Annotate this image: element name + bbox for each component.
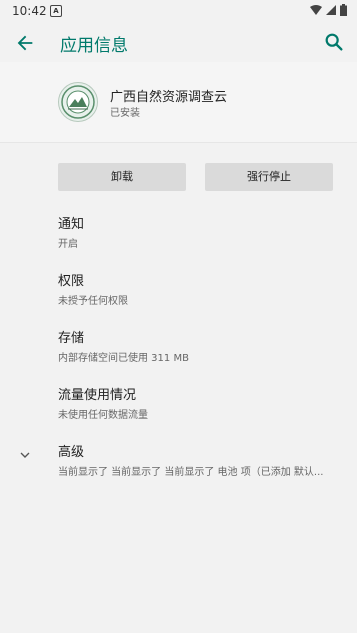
- app-header: 广西自然资源调查云 已安装: [0, 62, 357, 142]
- item-title: 权限: [58, 274, 85, 289]
- list-item-notifications[interactable]: 通知 开启: [58, 213, 348, 250]
- page-title: 应用信息: [60, 36, 128, 56]
- item-title: 高级: [58, 445, 85, 460]
- uninstall-button[interactable]: 卸载: [58, 163, 186, 191]
- battery-icon: [340, 4, 347, 16]
- app-bar: 应用信息: [0, 22, 357, 62]
- app-name: 广西自然资源调查云: [110, 90, 228, 105]
- item-subtitle: 开启: [58, 239, 78, 250]
- list-item-data-usage[interactable]: 流量使用情况 未使用任何数据流量: [58, 384, 348, 421]
- status-bar: 10:42 A: [0, 0, 357, 22]
- wifi-icon: [310, 5, 322, 15]
- item-title: 通知: [58, 217, 85, 232]
- item-title: 流量使用情况: [58, 388, 137, 403]
- item-subtitle: 未授予任何权限: [58, 296, 128, 307]
- force-stop-button[interactable]: 强行停止: [205, 163, 333, 191]
- list-item-permissions[interactable]: 权限 未授予任何权限: [58, 270, 348, 307]
- item-subtitle: 内部存储空间已使用 311 MB: [58, 353, 189, 364]
- list-item-storage[interactable]: 存储 内部存储空间已使用 311 MB: [58, 327, 348, 364]
- item-title: 存储: [58, 331, 85, 346]
- status-icons: [310, 4, 347, 16]
- item-subtitle: 未使用任何数据流量: [58, 410, 148, 421]
- search-icon[interactable]: [323, 31, 345, 53]
- app-logo: [58, 82, 98, 122]
- item-subtitle: 当前显示了 当前显示了 当前显示了 电池 项（已添加 默认...: [58, 467, 324, 478]
- chevron-down-icon[interactable]: [17, 447, 33, 463]
- signal-icon: [326, 5, 336, 15]
- back-icon[interactable]: [14, 32, 36, 54]
- header-divider: [0, 142, 357, 143]
- notification-icon: A: [50, 5, 62, 17]
- status-time: 10:42: [12, 4, 47, 18]
- list-item-advanced[interactable]: 高级 当前显示了 当前显示了 当前显示了 电池 项（已添加 默认...: [58, 441, 348, 478]
- app-install-status: 已安装: [110, 108, 140, 119]
